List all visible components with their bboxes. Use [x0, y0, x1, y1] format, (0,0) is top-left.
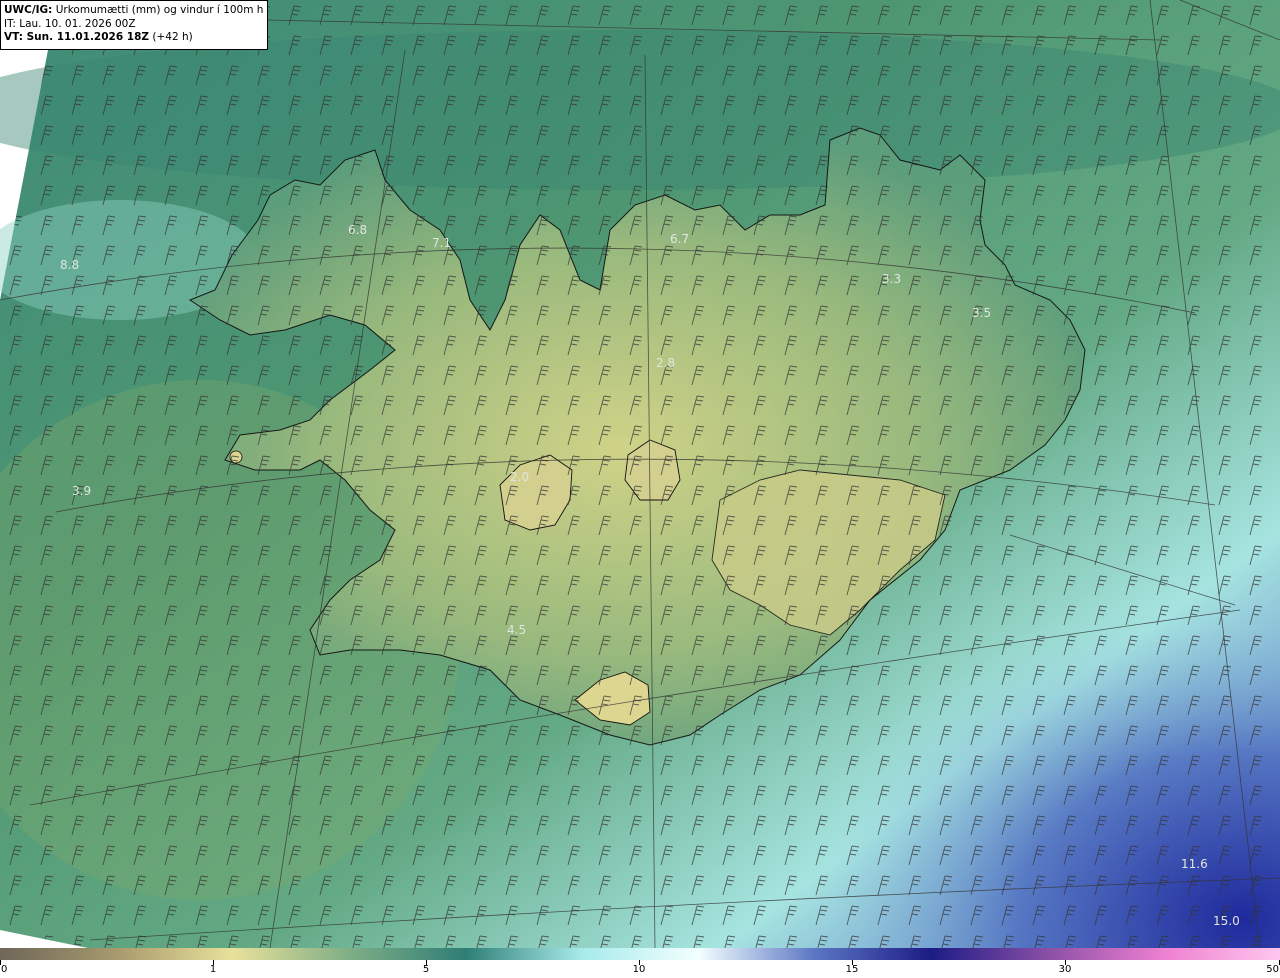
colorbar-tick-label: 30: [1058, 964, 1072, 975]
colorbar: 0 1 5 10 15 30 50: [0, 948, 1280, 978]
map-header: UWC/IG: Úrkomumætti (mm) og vindur í 100…: [0, 0, 268, 50]
value-label: 2.8: [656, 356, 675, 370]
colorbar-tick-label: 10: [632, 964, 646, 975]
valid-time: VT: Sun. 11.01.2026 18Z: [4, 31, 150, 43]
wind-barbs: [0, 0, 1280, 948]
value-label: 7.1: [432, 236, 451, 250]
forecast-map: 6.8 7.1 6.7 8.8 3.3 3.5 2.8 3.9 2.0 4.5 …: [0, 0, 1280, 948]
colorbar-tick-label: 0: [1, 964, 8, 975]
value-label: 11.6: [1181, 857, 1208, 871]
value-label: 6.8: [348, 223, 367, 237]
colorbar-strip: [0, 948, 1280, 960]
value-label: 2.0: [510, 470, 529, 484]
value-label: 3.9: [72, 484, 91, 498]
value-label: 3.5: [972, 306, 991, 320]
value-label: 8.8: [60, 258, 79, 272]
colorbar-tick-label: 5: [422, 964, 430, 975]
colorbar-tick-label: 15: [845, 964, 859, 975]
value-label: 4.5: [507, 623, 526, 637]
colorbar-tick-label: 50: [1266, 964, 1279, 975]
lead-time: (+42 h): [152, 31, 193, 43]
colorbar-tick-label: 1: [209, 964, 217, 975]
value-label: 15.0: [1213, 914, 1240, 928]
model-name: UWC/IG:: [4, 4, 53, 16]
value-label: 3.3: [882, 272, 901, 286]
map-title: Úrkomumætti (mm) og vindur í 100m hæð: [55, 4, 263, 16]
value-label: 6.7: [670, 232, 689, 246]
init-time: IT: Lau. 10. 01. 2026 00Z: [4, 17, 136, 30]
